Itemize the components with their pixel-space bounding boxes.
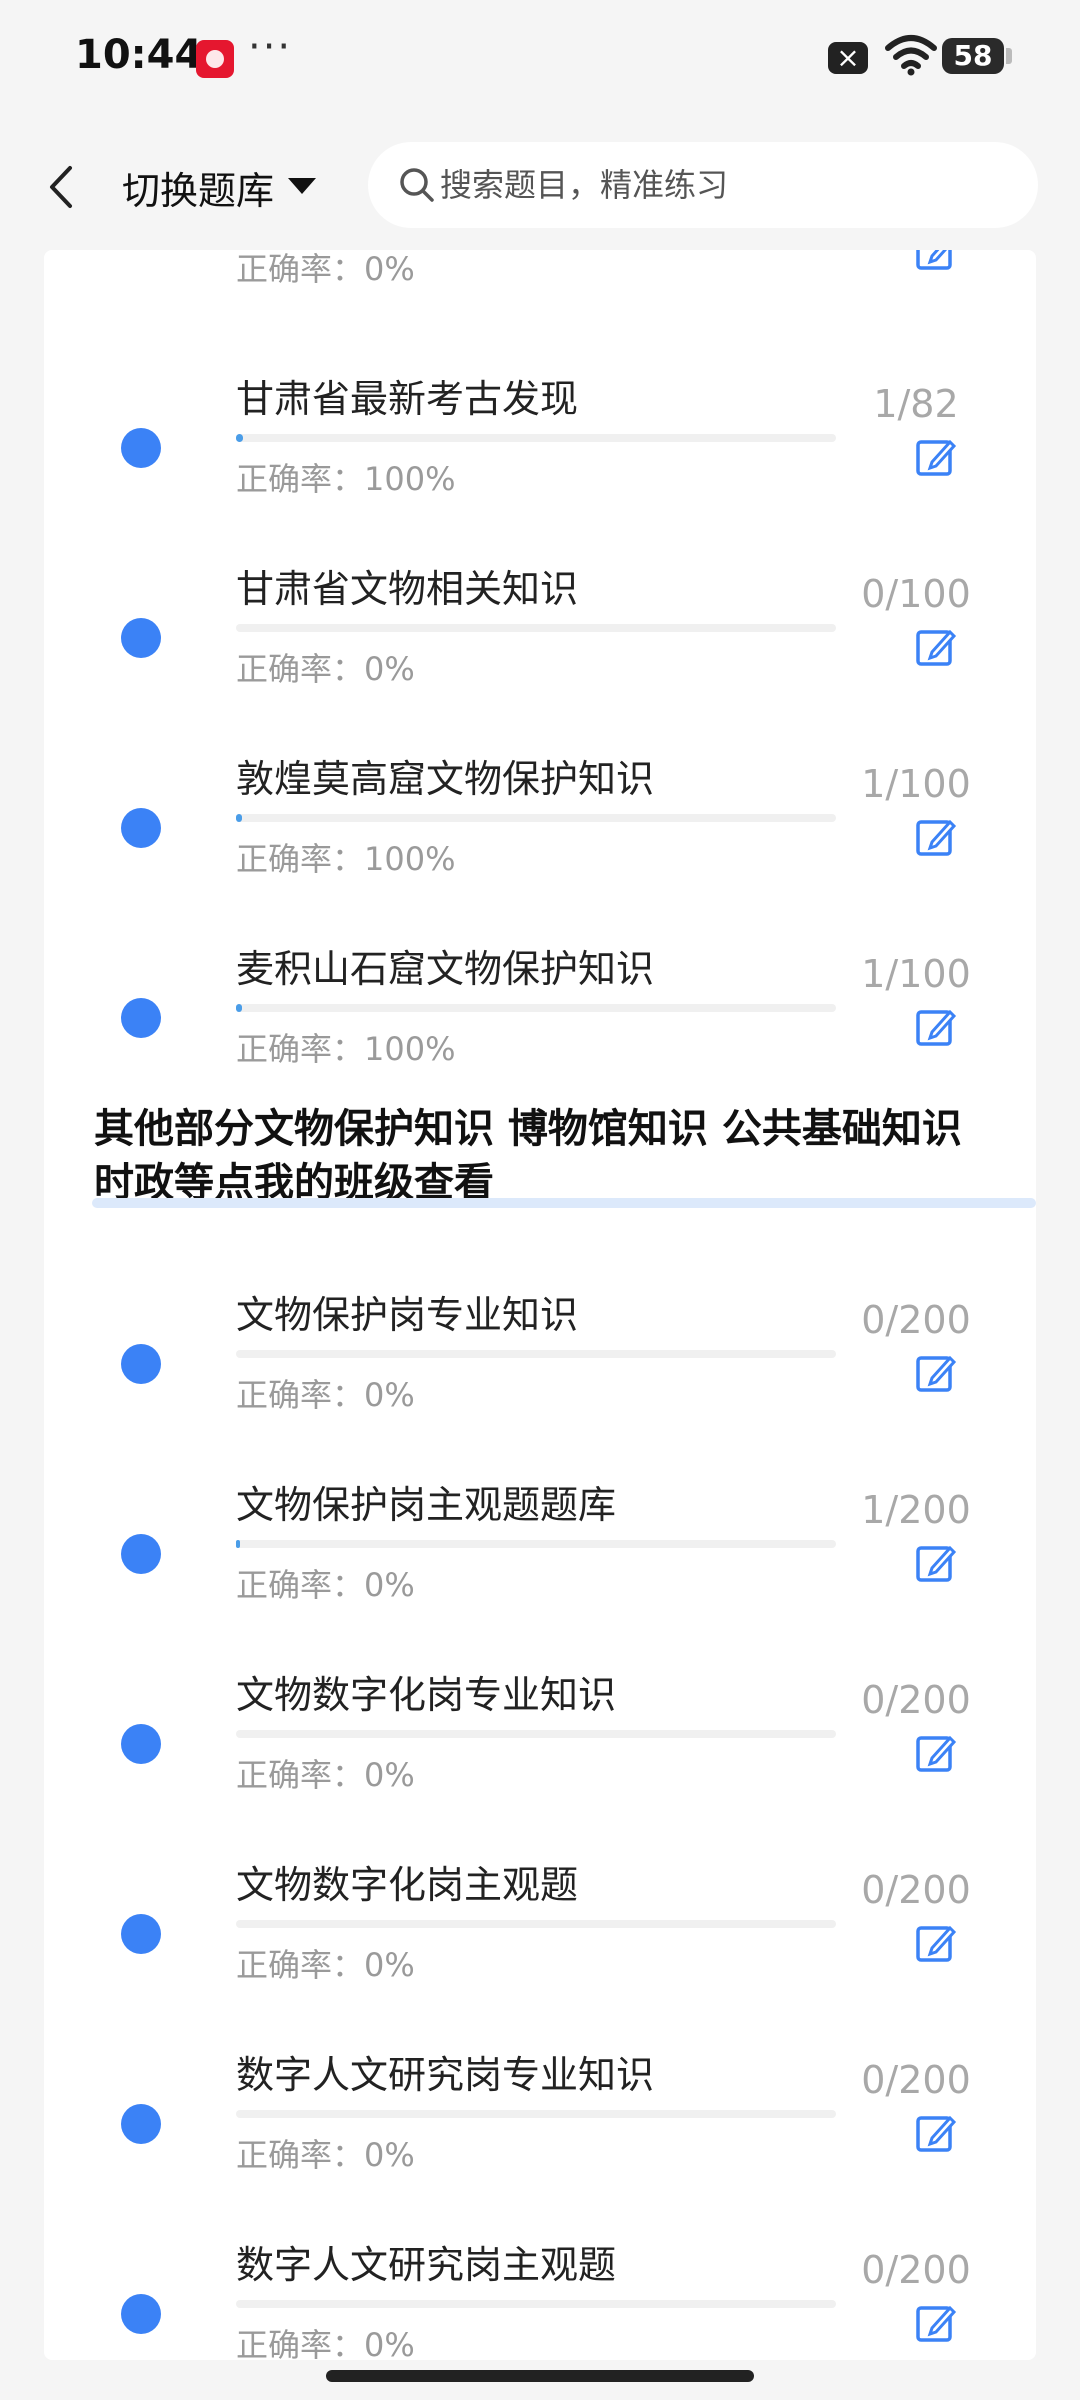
battery-indicator: 58 bbox=[942, 38, 1012, 74]
progress-fill bbox=[236, 814, 242, 822]
accuracy-label: 正确率：100% bbox=[236, 460, 456, 498]
edit-icon[interactable] bbox=[914, 1542, 958, 1586]
list-item[interactable]: 文物数字化岗专业知识正确率：0% 0/200 bbox=[44, 1616, 1036, 1806]
progress-bar bbox=[236, 1540, 836, 1548]
item-title: 文物数字化岗专业知识 bbox=[236, 1673, 617, 1717]
search-input[interactable] bbox=[440, 142, 1000, 228]
progress-bar bbox=[236, 624, 836, 632]
status-dot bbox=[121, 808, 161, 848]
progress-bar bbox=[236, 1920, 836, 1928]
section-title-link[interactable]: 其他部分文物保护知识 博物馆知识 公共基础知识 时政等点我的班级查看 bbox=[94, 1102, 1014, 1210]
accuracy-label: 正确率：0% bbox=[236, 1566, 415, 1604]
accuracy-label: 正确率：0% bbox=[236, 250, 415, 288]
question-bank-list: 正确率：0% 甘肃省最新考古发现 正确率：100% 1/82 甘肃省文物相关知识 正确率… bbox=[44, 250, 1036, 2360]
status-dot bbox=[121, 1534, 161, 1574]
accuracy-label: 正确率：0% bbox=[236, 650, 415, 688]
list-item[interactable]: 甘肃省文物相关知识正确率：0% 0/100 bbox=[44, 510, 1036, 700]
progress-bar bbox=[236, 434, 836, 442]
status-dot bbox=[121, 1914, 161, 1954]
accuracy-label: 正确率：0% bbox=[236, 2326, 415, 2360]
item-title: 文物保护岗主观题题库 bbox=[236, 1483, 617, 1527]
edit-icon[interactable] bbox=[914, 2302, 958, 2346]
progress-bar bbox=[236, 814, 836, 822]
status-dot bbox=[121, 998, 161, 1038]
search-icon bbox=[400, 168, 434, 202]
progress-fill bbox=[236, 1004, 242, 1012]
item-title: 数字人文研究岗专业知识 bbox=[236, 2053, 655, 2097]
progress-bar bbox=[236, 1350, 836, 1358]
item-title: 文物数字化岗主观题 bbox=[236, 1863, 579, 1907]
edit-icon[interactable] bbox=[914, 1922, 958, 1966]
progress-count: 1/100 bbox=[861, 952, 971, 996]
list-item[interactable]: 敦煌莫高窟文物保护知识正确率：100% 1/100 bbox=[44, 700, 1036, 890]
edit-icon[interactable] bbox=[914, 436, 958, 480]
item-title: 甘肃省文物相关知识 bbox=[236, 567, 579, 611]
wifi-icon bbox=[885, 35, 937, 76]
back-chevron-icon[interactable] bbox=[42, 164, 82, 210]
accuracy-label: 正确率：100% bbox=[236, 1030, 456, 1068]
top-bar: 切换题库 bbox=[0, 120, 1080, 250]
edit-icon[interactable] bbox=[914, 1006, 958, 1050]
progress-count: 0/200 bbox=[861, 1868, 971, 1912]
status-time: 10:44 bbox=[75, 32, 203, 78]
progress-count: 0/100 bbox=[861, 572, 971, 616]
progress-count: 0/200 bbox=[861, 1678, 971, 1722]
item-title: 数字人文研究岗主观题 bbox=[236, 2243, 617, 2287]
status-dot bbox=[121, 1344, 161, 1384]
app-notification-icon bbox=[196, 40, 234, 78]
progress-bar bbox=[236, 2300, 836, 2308]
progress-fill bbox=[236, 434, 244, 442]
close-box-icon: × bbox=[828, 42, 868, 74]
item-title: 甘肃省最新考古发现 bbox=[236, 377, 579, 421]
list-item[interactable]: 麦积山石窟文物保护知识正确率：100% 1/100 bbox=[44, 890, 1036, 1080]
progress-count: 1/200 bbox=[861, 1488, 971, 1532]
edit-icon[interactable] bbox=[914, 1352, 958, 1396]
caret-down-icon[interactable] bbox=[288, 178, 316, 194]
edit-icon[interactable] bbox=[914, 626, 958, 670]
accuracy-label: 正确率：0% bbox=[236, 2136, 415, 2174]
search-box[interactable] bbox=[368, 142, 1038, 228]
status-dot bbox=[121, 428, 161, 468]
list-item[interactable]: 文物保护岗专业知识正确率：0% 0/200 bbox=[44, 1236, 1036, 1426]
progress-fill bbox=[236, 1540, 240, 1548]
section-underline bbox=[92, 1198, 1036, 1208]
home-indicator[interactable] bbox=[326, 2370, 754, 2382]
status-dot bbox=[121, 1724, 161, 1764]
list-item[interactable]: 数字人文研究岗专业知识正确率：0% 0/200 bbox=[44, 1996, 1036, 2186]
list-item[interactable]: 数字人文研究岗主观题正确率：0% 0/200 bbox=[44, 2186, 1036, 2360]
progress-bar bbox=[236, 1004, 836, 1012]
list-item[interactable]: 甘肃省最新考古发现正确率：100% 1/82 bbox=[44, 320, 1036, 510]
progress-count: 0/200 bbox=[861, 2058, 971, 2102]
progress-count: 1/82 bbox=[873, 382, 959, 426]
accuracy-label: 正确率：100% bbox=[236, 840, 456, 878]
progress-count: 0/200 bbox=[861, 1298, 971, 1342]
edit-icon[interactable] bbox=[914, 250, 958, 274]
list-item[interactable]: 文物保护岗主观题题库正确率：0% 1/200 bbox=[44, 1426, 1036, 1616]
edit-icon[interactable] bbox=[914, 816, 958, 860]
status-bar: 10:44 ··· × 58 bbox=[0, 0, 1080, 120]
item-title: 敦煌莫高窟文物保护知识 bbox=[236, 757, 655, 801]
progress-count: 1/100 bbox=[861, 762, 971, 806]
progress-bar bbox=[236, 2110, 836, 2118]
more-notifications-icon: ··· bbox=[248, 24, 293, 70]
status-dot bbox=[121, 618, 161, 658]
switch-bank-button[interactable]: 切换题库 bbox=[122, 160, 274, 215]
status-dot bbox=[121, 2294, 161, 2334]
edit-icon[interactable] bbox=[914, 2112, 958, 2156]
status-dot bbox=[121, 2104, 161, 2144]
accuracy-label: 正确率：0% bbox=[236, 1756, 415, 1794]
item-title: 麦积山石窟文物保护知识 bbox=[236, 947, 655, 991]
progress-count: 0/200 bbox=[861, 2248, 971, 2292]
item-title: 文物保护岗专业知识 bbox=[236, 1293, 579, 1337]
edit-icon[interactable] bbox=[914, 1732, 958, 1776]
accuracy-label: 正确率：0% bbox=[236, 1376, 415, 1414]
list-item[interactable]: 文物数字化岗主观题正确率：0% 0/200 bbox=[44, 1806, 1036, 1996]
accuracy-label: 正确率：0% bbox=[236, 1946, 415, 1984]
progress-bar bbox=[236, 1730, 836, 1738]
